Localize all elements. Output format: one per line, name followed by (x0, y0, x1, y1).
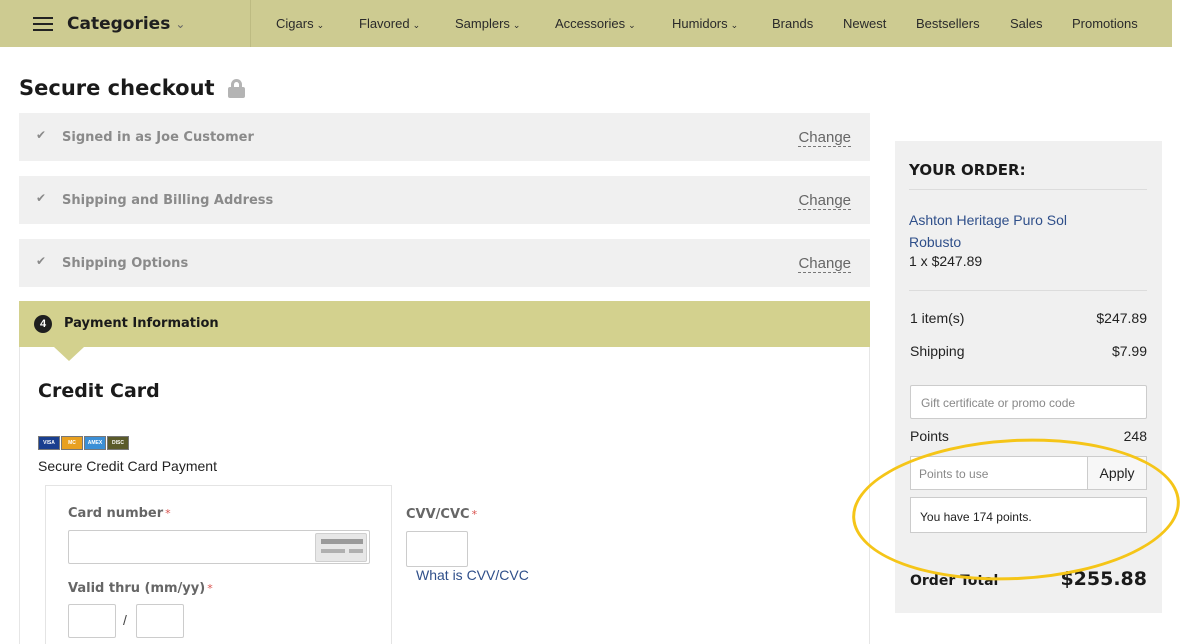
points-redeem-group: Points to use Apply (910, 456, 1147, 490)
nav-item-label: Flavored (359, 16, 410, 31)
order-total-label: Order Total (910, 573, 999, 589)
step-signed-in: ✔ Signed in as Joe Customer Change (19, 113, 870, 161)
credit-card-heading: Credit Card (38, 380, 160, 402)
change-link[interactable]: Change (798, 129, 851, 147)
points-label: Points (910, 428, 949, 444)
nav-item-flavored[interactable]: Flavored ⌄ (359, 16, 420, 31)
card-brand-logos: VISA MC AMEX DISC (38, 436, 129, 450)
nav-item-label: Promotions (1072, 16, 1138, 31)
step-shipping-options: ✔ Shipping Options Change (19, 239, 870, 287)
step-label: Shipping and Billing Address (62, 193, 274, 208)
step-payment-header: 4 Payment Information (19, 301, 870, 347)
points-balance: 248 (1123, 428, 1147, 444)
order-summary: YOUR ORDER: Ashton Heritage Puro Sol Rob… (895, 141, 1162, 613)
page-title: Secure checkout (19, 76, 245, 100)
active-step-pointer (54, 347, 84, 361)
order-total-value: $255.88 (1060, 568, 1147, 590)
card-number-input[interactable] (68, 530, 370, 564)
nav-item-accessories[interactable]: Accessories ⌄ (555, 16, 636, 31)
mastercard-logo-icon: MC (61, 436, 83, 450)
chevron-down-icon: ⌄ (512, 20, 521, 30)
categories-menu-button[interactable]: Categories ⌄ (33, 0, 185, 47)
step-label: Shipping Options (62, 256, 189, 271)
points-to-use-input[interactable]: Points to use (910, 456, 1088, 490)
nav-item-label: Humidors (672, 16, 728, 31)
expiry-year-input[interactable] (136, 604, 184, 638)
step-label: Payment Information (64, 316, 219, 331)
change-link[interactable]: Change (798, 192, 851, 210)
items-count-label: 1 item(s) (910, 310, 965, 326)
nav-item-label: Cigars (276, 16, 314, 31)
cvv-label: CVV/CVC * (406, 507, 478, 522)
nav-item-cigars[interactable]: Cigars ⌄ (276, 16, 324, 31)
check-icon: ✔ (36, 191, 47, 205)
categories-label: Categories (67, 13, 171, 34)
promo-placeholder: Gift certificate or promo code (921, 396, 1076, 410)
step-number-badge: 4 (34, 315, 52, 333)
nav-item-sales[interactable]: Sales (1010, 16, 1043, 31)
step-shipping-billing: ✔ Shipping and Billing Address Change (19, 176, 870, 224)
apply-points-button[interactable]: Apply (1087, 456, 1147, 490)
chevron-down-icon: ⌄ (175, 16, 186, 31)
nav-item-label: Sales (1010, 16, 1043, 31)
step-label: Signed in as Joe Customer (62, 130, 254, 145)
chevron-down-icon: ⌄ (628, 20, 636, 30)
card-number-label: Card number * (68, 506, 171, 521)
expiry-month-input[interactable] (68, 604, 116, 638)
nav-item-label: Newest (843, 16, 887, 31)
chevron-down-icon: ⌄ (730, 20, 739, 30)
points-placeholder: Points to use (919, 467, 989, 481)
valid-thru-label: Valid thru (mm/yy) * (68, 581, 213, 596)
check-icon: ✔ (36, 254, 47, 268)
secure-payment-text: Secure Credit Card Payment (38, 458, 217, 474)
discover-logo-icon: DISC (107, 436, 129, 450)
nav-item-label: Samplers (455, 16, 510, 31)
lock-icon (227, 78, 245, 98)
promo-code-input[interactable]: Gift certificate or promo code (910, 385, 1147, 419)
credit-card-icon (315, 533, 367, 562)
page-title-text: Secure checkout (19, 76, 215, 100)
top-nav: Categories ⌄ Cigars ⌄ Flavored ⌄ Samplers ⌄ Ac… (0, 0, 1172, 47)
amex-logo-icon: AMEX (84, 436, 106, 450)
chevron-down-icon: ⌄ (412, 20, 421, 30)
nav-item-samplers[interactable]: Samplers ⌄ (455, 16, 520, 31)
nav-item-label: Bestsellers (916, 16, 980, 31)
what-is-cvv-link[interactable]: What is CVV/CVC (416, 567, 529, 583)
change-link[interactable]: Change (798, 255, 851, 273)
nav-item-label: Accessories (555, 16, 626, 31)
shipping-label: Shipping (910, 343, 965, 359)
order-title: YOUR ORDER: (909, 161, 1026, 179)
items-subtotal: $247.89 (1096, 310, 1147, 326)
nav-divider (250, 0, 251, 47)
nav-item-label: Brands (772, 16, 814, 31)
chevron-down-icon: ⌄ (316, 20, 325, 30)
points-available-note: You have 174 points. (910, 497, 1147, 533)
nav-item-brands[interactable]: Brands (772, 16, 813, 31)
points-note-text: You have 174 points. (920, 510, 1032, 524)
divider (909, 290, 1147, 291)
divider (909, 189, 1147, 190)
nav-item-newest[interactable]: Newest (843, 16, 886, 31)
product-link[interactable]: Ashton Heritage Puro Sol Robusto (909, 209, 1109, 253)
date-separator: / (123, 612, 127, 628)
product-quantity-price: 1 x $247.89 (909, 253, 983, 269)
check-icon: ✔ (36, 128, 47, 142)
nav-item-promotions[interactable]: Promotions (1072, 16, 1138, 31)
nav-item-humidors[interactable]: Humidors ⌄ (672, 16, 738, 31)
nav-item-bestsellers[interactable]: Bestsellers (916, 16, 980, 31)
shipping-cost: $7.99 (1111, 343, 1147, 359)
hamburger-icon (33, 16, 53, 31)
cvv-input[interactable] (406, 531, 468, 567)
visa-logo-icon: VISA (38, 436, 60, 450)
